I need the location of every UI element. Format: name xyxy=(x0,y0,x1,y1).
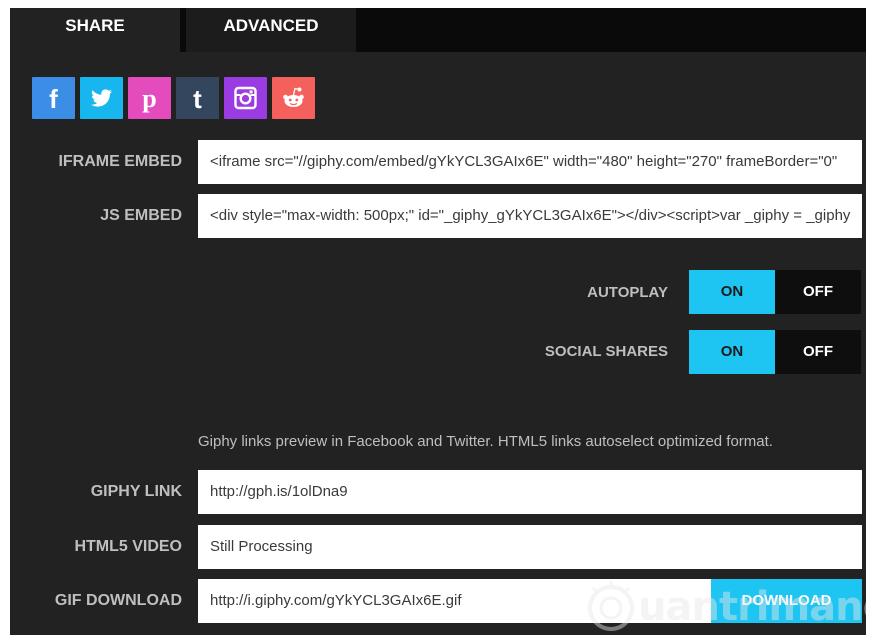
instagram-share-button[interactable] xyxy=(224,77,267,119)
watermark-text: uantrimang xyxy=(638,584,866,630)
iframe-embed-label: IFRAME EMBED xyxy=(58,153,182,170)
pinterest-share-button[interactable]: p xyxy=(128,77,171,119)
twitter-share-button[interactable] xyxy=(80,77,123,119)
tab-advanced[interactable]: ADVANCED xyxy=(186,8,356,52)
facebook-icon: f xyxy=(49,84,58,114)
autoplay-off-toggle[interactable]: OFF xyxy=(775,270,861,314)
facebook-share-button[interactable]: f xyxy=(32,77,75,119)
autoplay-on-toggle[interactable]: ON xyxy=(689,270,775,314)
reddit-share-button[interactable] xyxy=(272,77,315,119)
lightbulb-icon xyxy=(588,581,634,631)
autoplay-label: AUTOPLAY xyxy=(587,284,668,301)
tab-share[interactable]: SHARE xyxy=(10,8,180,52)
instagram-icon xyxy=(234,86,257,110)
svg-text:f: f xyxy=(49,84,58,114)
js-embed-label: JS EMBED xyxy=(100,207,182,224)
share-panel: SHARE ADVANCED f p t IFRAME EMBED <ifram… xyxy=(10,8,866,635)
pinterest-icon: p xyxy=(142,84,156,113)
social-shares-off-toggle[interactable]: OFF xyxy=(775,330,861,374)
twitter-icon xyxy=(91,89,112,107)
gif-download-label: GIF DOWNLOAD xyxy=(54,592,182,609)
giphy-link-field[interactable]: http://gph.is/1olDna9 xyxy=(198,470,862,514)
iframe-embed-field[interactable]: <iframe src="//giphy.com/embed/gYkYCL3GA… xyxy=(198,140,862,184)
tumblr-icon: t xyxy=(193,84,202,114)
tumblr-share-button[interactable]: t xyxy=(176,77,219,119)
reddit-icon xyxy=(283,87,304,107)
watermark-logo: uantrimang xyxy=(584,578,866,635)
html5-video-field[interactable]: Still Processing xyxy=(198,525,862,569)
svg-text:p: p xyxy=(142,84,156,113)
giphy-link-label: GIPHY LINK xyxy=(90,483,182,500)
social-shares-label: SOCIAL SHARES xyxy=(544,343,668,360)
tab-bar: SHARE ADVANCED xyxy=(10,8,866,52)
svg-text:t: t xyxy=(193,84,202,114)
html5-video-label: HTML5 VIDEO xyxy=(74,538,182,555)
js-embed-field[interactable]: <div style="max-width: 500px;" id="_giph… xyxy=(198,194,862,238)
preview-note: Giphy links preview in Facebook and Twit… xyxy=(198,433,773,450)
social-shares-on-toggle[interactable]: ON xyxy=(689,330,775,374)
